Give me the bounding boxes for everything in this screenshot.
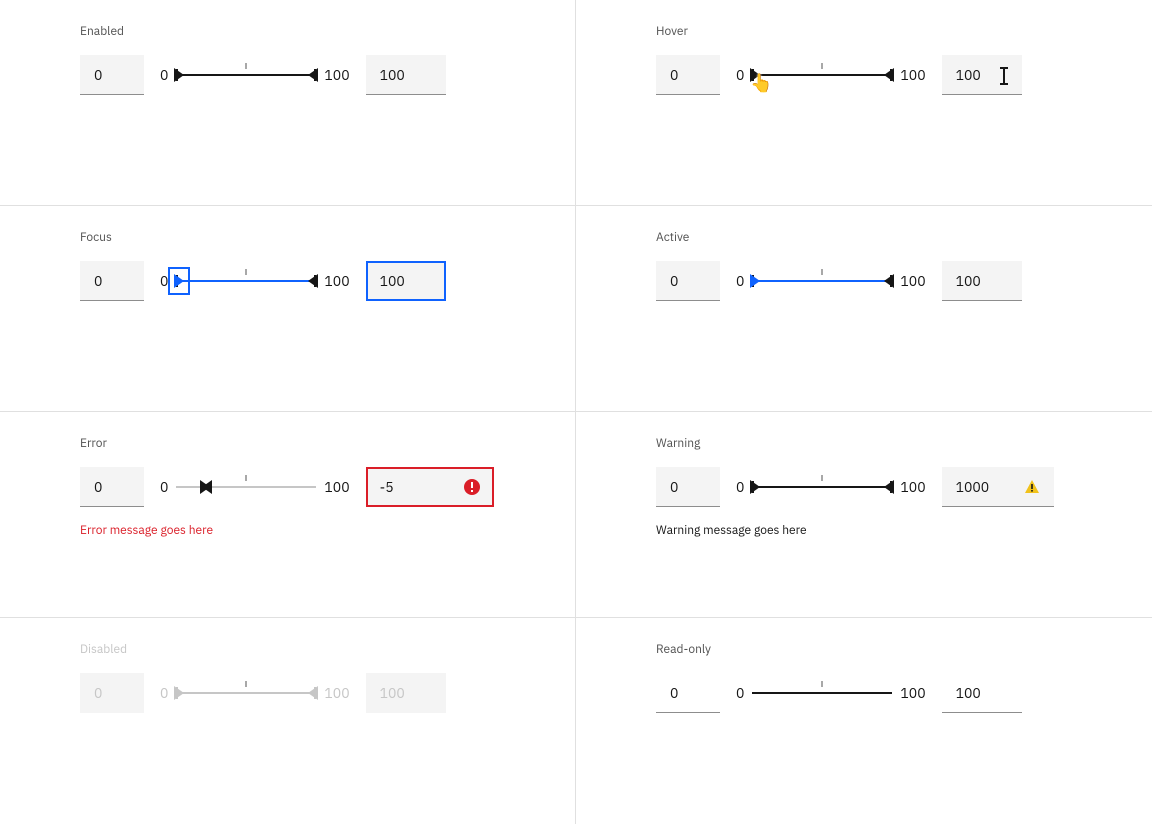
min-tick-label: 0 [736,684,744,702]
max-tick-label: 100 [324,66,349,84]
max-tick-label: 100 [900,272,925,290]
min-tick-label: 0 [160,66,168,84]
state-label: Active [656,230,1112,245]
slider-row: 0 0 100 100 [80,55,535,95]
triangle-right-icon [750,68,760,82]
triangle-left-icon [884,68,894,82]
warning-message: Warning message goes here [656,523,1112,538]
min-tick-label: 0 [160,684,168,702]
triangle-left-icon [202,480,212,494]
slider-row: 0 0 100 -5 [80,467,535,507]
max-input[interactable]: 100 [942,55,1022,95]
state-warning: Warning 0 0 100 1000 [576,412,1152,618]
state-readonly: Read-only 0 0 100 100 [576,618,1152,824]
min-input[interactable]: 0 [80,261,144,301]
min-input[interactable]: 0 [80,467,144,507]
state-label: Disabled [80,642,535,657]
triangle-left-icon [308,68,318,82]
slider-track[interactable] [752,477,892,497]
state-active: Active 0 0 100 100 [576,206,1152,412]
max-input[interactable]: 100 [942,261,1022,301]
triangle-right-icon [174,274,184,288]
slider-row: 0 0 100 100 [80,673,535,713]
range-slider[interactable]: 0 100 [160,477,350,497]
slider-track [752,683,892,703]
max-tick-label: 100 [324,478,349,496]
min-input: 0 [656,673,720,713]
range-slider[interactable]: 0 100 [160,65,350,85]
max-tick-label: 100 [324,272,349,290]
cursor-text-icon [1000,67,1008,85]
range-slider[interactable]: 0 👆 100 [736,65,926,85]
slider-track[interactable] [176,477,316,497]
state-label: Hover [656,24,1112,39]
state-focus: Focus 0 0 100 100 [0,206,576,412]
state-hover: Hover 0 0 👆 100 100 [576,0,1152,206]
state-label: Enabled [80,24,535,39]
min-input[interactable]: 0 [80,55,144,95]
max-tick-label: 100 [900,478,925,496]
state-error: Error 0 0 100 -5 Error message goes here [0,412,576,618]
range-slider[interactable]: 0 100 [736,271,926,291]
min-input[interactable]: 0 [656,467,720,507]
slider-row: 0 0 100 100 [656,261,1112,301]
triangle-right-icon [174,68,184,82]
state-disabled: Disabled 0 0 100 100 [0,618,576,824]
min-tick-label: 0 [160,272,168,290]
min-tick-label: 0 [160,478,168,496]
min-tick-label: 0 [736,272,744,290]
state-label: Warning [656,436,1112,451]
range-slider[interactable]: 0 100 [736,477,926,497]
slider-row: 0 0 👆 100 100 [656,55,1112,95]
error-filled-icon [464,479,480,495]
state-label: Focus [80,230,535,245]
state-label: Error [80,436,535,451]
range-slider: 0 100 [160,683,350,703]
triangle-right-icon [750,480,760,494]
state-label: Read-only [656,642,1112,657]
slider-track[interactable] [176,65,316,85]
slider-row: 0 0 100 100 [80,261,535,301]
range-slider: 0 100 [736,683,926,703]
slider-track [176,683,316,703]
slider-track[interactable]: 👆 [752,65,892,85]
max-input[interactable]: 100 [366,261,446,301]
range-slider[interactable]: 0 100 [160,271,350,291]
slider-track[interactable] [752,271,892,291]
slider-track[interactable] [176,271,316,291]
min-input[interactable]: 0 [656,55,720,95]
slider-row: 0 0 100 1000 [656,467,1112,507]
max-input[interactable]: -5 [366,467,494,507]
max-input[interactable]: 1000 [942,467,1054,507]
triangle-left-icon [884,274,894,288]
max-tick-label: 100 [900,684,925,702]
min-tick-label: 0 [736,478,744,496]
state-enabled: Enabled 0 0 100 100 [0,0,576,206]
triangle-right-icon [174,686,184,700]
max-input: 100 [366,673,446,713]
max-input[interactable]: 100 [366,55,446,95]
min-input[interactable]: 0 [656,261,720,301]
triangle-left-icon [884,480,894,494]
min-input: 0 [80,673,144,713]
slider-row: 0 0 100 100 [656,673,1112,713]
triangle-right-icon [750,274,760,288]
max-tick-label: 100 [324,684,349,702]
min-tick-label: 0 [736,66,744,84]
triangle-left-icon [308,274,318,288]
max-input: 100 [942,673,1022,713]
triangle-left-icon [308,686,318,700]
error-message: Error message goes here [80,523,535,538]
warning-filled-icon [1024,479,1040,495]
max-tick-label: 100 [900,66,925,84]
